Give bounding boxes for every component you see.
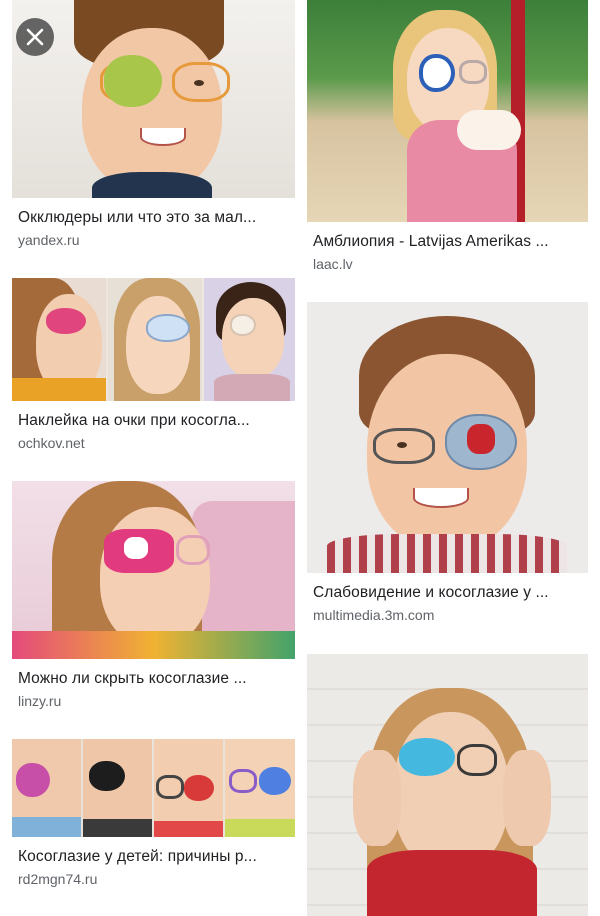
eye-patch [89, 761, 125, 791]
eye-patch [46, 308, 86, 334]
result-title[interactable]: Окклюдеры или что это за мал... [18, 208, 289, 228]
result-thumbnail[interactable] [12, 481, 295, 659]
result-source: multimedia.3m.com [313, 607, 435, 623]
eye-patch [259, 767, 291, 795]
result-thumbnail[interactable] [307, 0, 588, 222]
result-card[interactable]: Можно ли скрыть косоглазие ... linzy.ru [12, 481, 295, 710]
result-title[interactable]: Можно ли скрыть косоглазие ... [18, 669, 289, 689]
eye-patch [230, 314, 256, 336]
result-thumbnail[interactable] [12, 739, 295, 837]
result-thumbnail[interactable] [307, 654, 588, 916]
result-source: linzy.ru [18, 693, 62, 709]
close-button[interactable] [16, 18, 54, 56]
result-source: yandex.ru [18, 232, 80, 248]
close-icon [26, 28, 44, 46]
result-thumbnail[interactable] [307, 302, 588, 573]
result-source: ochkov.net [18, 435, 85, 451]
result-source: laac.lv [313, 256, 353, 272]
result-card[interactable]: Слабовидение и косоглазие у ... multimed… [307, 302, 588, 624]
eye-patch [419, 54, 455, 92]
result-title[interactable]: Слабовидение и косоглазие у ... [313, 583, 582, 603]
result-title[interactable]: Наклейка на очки при косогла... [18, 411, 289, 431]
image-results-grid: Окклюдеры или что это за мал... yandex.r… [0, 0, 600, 916]
eye-patch [184, 775, 214, 801]
eye-patch [16, 763, 50, 797]
result-thumbnail[interactable] [12, 0, 295, 198]
result-source: rd2mgn74.ru [18, 871, 98, 887]
result-card[interactable]: Наклейка на очки при косогла... ochkov.n… [12, 278, 295, 452]
result-thumbnail[interactable] [12, 278, 295, 401]
result-card[interactable]: Косоглазие у детей: причины р... rd2mgn7… [12, 739, 295, 888]
result-card[interactable]: Окклюдеры или что это за мал... yandex.r… [12, 0, 295, 249]
eye-patch [146, 314, 190, 342]
result-card[interactable] [307, 654, 588, 916]
result-title[interactable]: Косоглазие у детей: причины р... [18, 847, 289, 867]
result-title[interactable]: Амблиопия - Latvijas Amerikas ... [313, 232, 582, 252]
eye-patch [399, 738, 455, 776]
eye-patch [104, 55, 162, 107]
result-card[interactable]: Амблиопия - Latvijas Amerikas ... laac.l… [307, 0, 588, 273]
